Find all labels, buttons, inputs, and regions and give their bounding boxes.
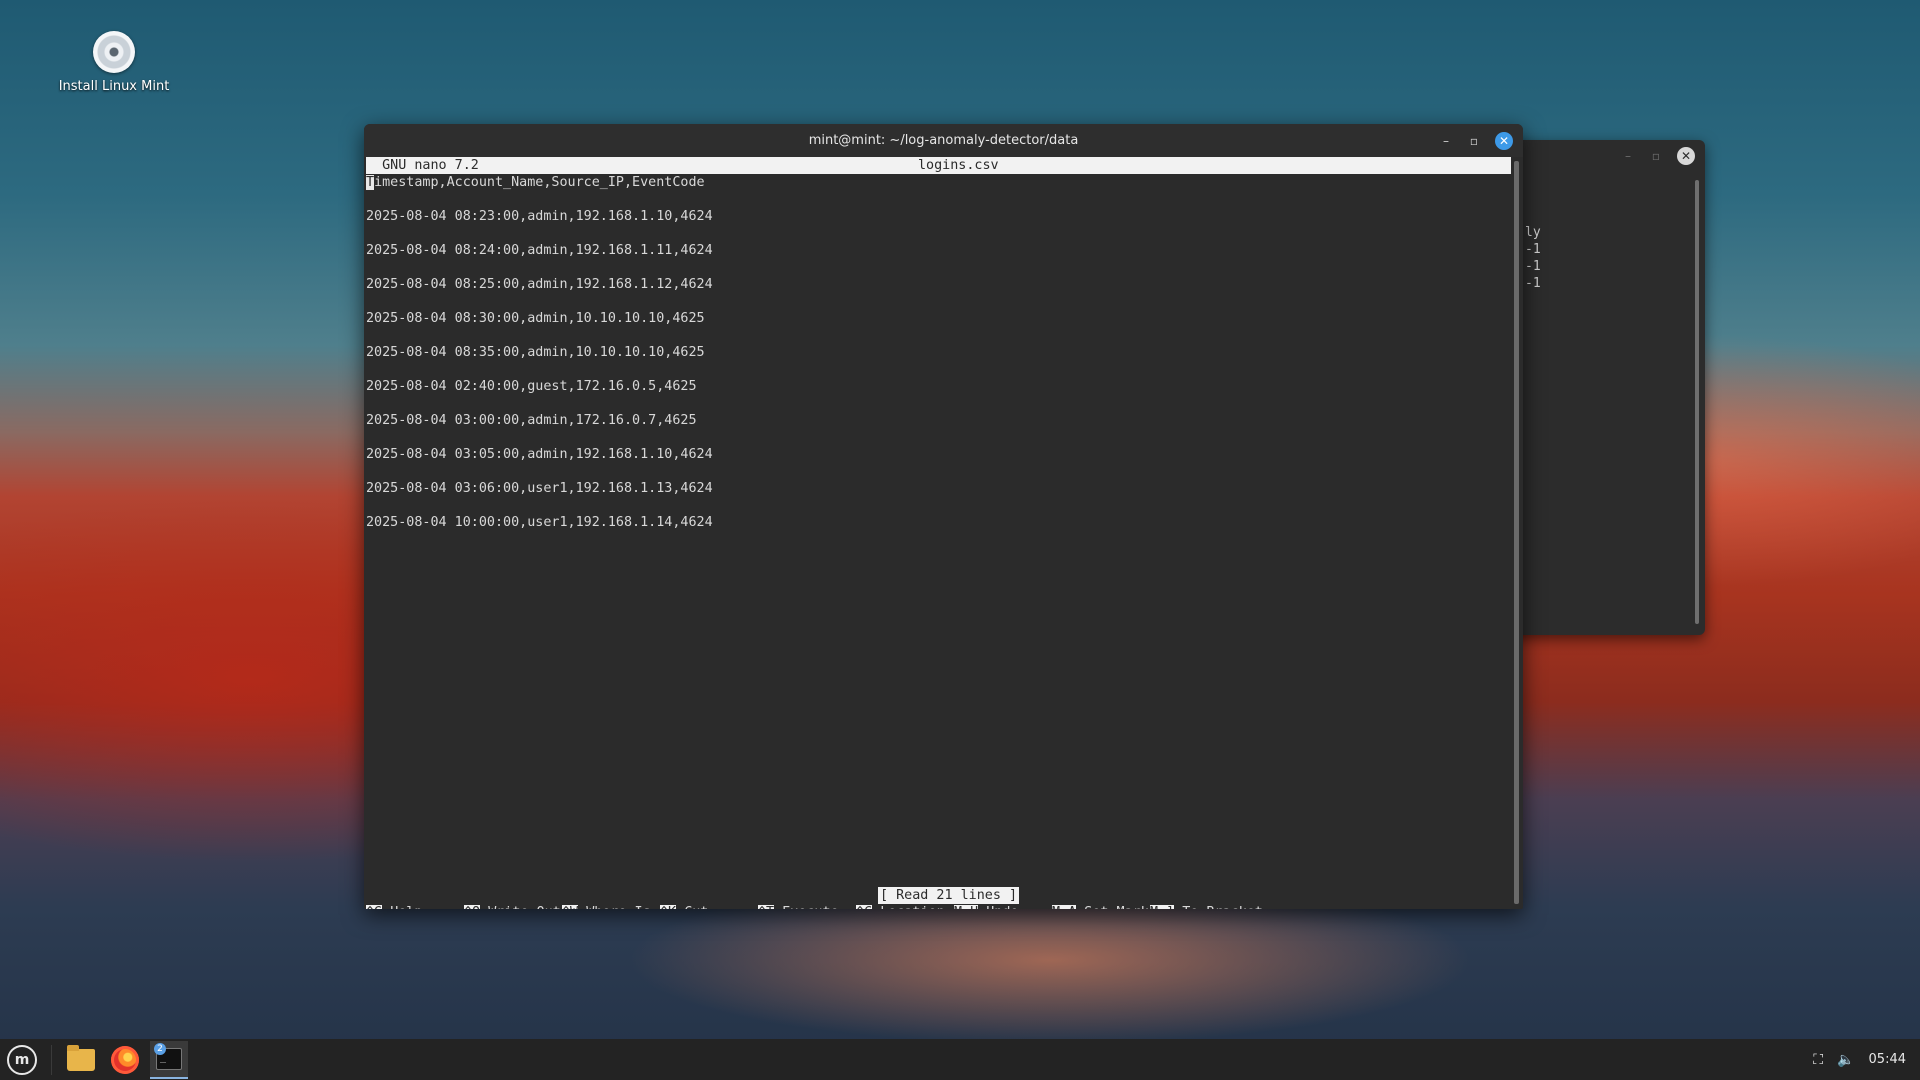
shortcut-label: Set Mark	[1084, 905, 1149, 909]
terminal-launcher[interactable]: _ 2	[150, 1040, 188, 1079]
firefox-launcher[interactable]	[106, 1041, 144, 1079]
background-terminal-window[interactable]: – ▫ ✕ ly -1 -1 -1	[1505, 140, 1705, 635]
file-line[interactable]: 2025-08-04 10:00:00,user1,192.168.1.14,4…	[366, 514, 713, 531]
file-line[interactable]: 2025-08-04 08:23:00,admin,192.168.1.10,4…	[366, 208, 713, 225]
shortcut-label: Where Is	[586, 905, 651, 909]
background-text-line: -1	[1525, 242, 1541, 257]
background-text-line: ly	[1525, 225, 1541, 240]
editor-buffer[interactable]: Timestamp,Account_Name,Source_IP,EventCo…	[366, 174, 713, 531]
blank-line[interactable]	[366, 293, 713, 310]
file-line[interactable]: 2025-08-04 08:24:00,admin,192.168.1.11,4…	[366, 242, 713, 259]
shortcut-label: To Bracket	[1182, 905, 1263, 909]
taskbar: m _ 2 ⛶ 🔈 05:44	[0, 1039, 1920, 1080]
mint-menu-icon[interactable]: m	[7, 1044, 37, 1075]
status-message: [ Read 21 lines ]	[878, 887, 1020, 904]
files-launcher[interactable]	[62, 1041, 100, 1079]
shortcut-item: M-A Set Mark	[1052, 904, 1149, 909]
shortcut-key: ^C	[856, 905, 873, 909]
shortcut-label: Help	[390, 905, 422, 909]
window-title: mint@mint: ~/log-anomaly-detector/data	[808, 133, 1079, 148]
blank-line[interactable]	[366, 395, 713, 412]
shortcut-item: M-] To Bracket	[1150, 904, 1263, 909]
maximize-icon[interactable]: ▫	[1649, 149, 1663, 163]
shortcut-item: ^W Where Is	[562, 904, 651, 909]
shortcut-key: ^K	[660, 905, 677, 909]
background-window-titlebar[interactable]: – ▫ ✕	[1505, 140, 1705, 172]
background-window-text: ly -1 -1 -1	[1525, 224, 1541, 292]
file-line[interactable]: 2025-08-04 02:40:00,guest,172.16.0.5,462…	[366, 378, 713, 395]
shortcut-label: Cut	[684, 905, 708, 909]
background-text-line: -1	[1525, 259, 1541, 274]
taskbar-separator	[51, 1044, 52, 1075]
close-icon[interactable]: ✕	[1677, 147, 1695, 165]
blank-line[interactable]	[366, 361, 713, 378]
shortcut-key: M-A	[1052, 905, 1077, 909]
terminal-window[interactable]: mint@mint: ~/log-anomaly-detector/data –…	[364, 124, 1523, 909]
blank-line[interactable]	[366, 429, 713, 446]
shortcut-label: Write Out	[488, 905, 561, 909]
blank-line[interactable]	[366, 191, 713, 208]
shortcut-item: ^K Cut	[660, 904, 708, 909]
scrollbar[interactable]	[1695, 180, 1699, 624]
header-line-text: imestamp,Account_Name,Source_IP,EventCod…	[374, 175, 705, 190]
background-text-line: -1	[1525, 276, 1541, 291]
blank-line[interactable]	[366, 497, 713, 514]
shortcut-item: M-U Undo	[954, 904, 1019, 909]
shortcut-item: ^O Write Out	[464, 904, 561, 909]
shortcut-item: ^T Execute	[758, 904, 839, 909]
shortcut-bar: ^G Help ^O Write Out^W Where Is ^K Cut ^T E…	[366, 904, 1506, 909]
shortcut-label: Execute	[782, 905, 838, 909]
volume-icon[interactable]: 🔈	[1837, 1052, 1854, 1068]
blank-line[interactable]	[366, 225, 713, 242]
desktop-icon-install-linux-mint[interactable]: Install Linux Mint	[58, 28, 170, 94]
shortcut-item: ^G Help	[366, 904, 422, 909]
shortcut-key: ^O	[464, 905, 481, 909]
shortcut-key: M-]	[1150, 905, 1175, 909]
file-line[interactable]: 2025-08-04 03:00:00,admin,172.16.0.7,462…	[366, 412, 713, 429]
terminal-content[interactable]: GNU nano 7.2 logins.csv Timestamp,Accoun…	[366, 157, 1511, 909]
blank-line[interactable]	[366, 327, 713, 344]
shortcut-label: Undo	[986, 905, 1018, 909]
nano-header-bar: GNU nano 7.2 logins.csv	[366, 157, 1511, 174]
shortcut-key: M-U	[954, 905, 979, 909]
nano-filename: logins.csv	[918, 158, 999, 173]
scrollbar[interactable]	[1514, 161, 1519, 904]
blank-line[interactable]	[366, 463, 713, 480]
disc-icon	[93, 31, 135, 73]
shortcut-key: ^T	[758, 905, 775, 909]
file-line[interactable]: Timestamp,Account_Name,Source_IP,EventCo…	[366, 174, 713, 191]
network-icon[interactable]: ⛶	[1813, 1052, 1823, 1068]
file-line[interactable]: 2025-08-04 08:35:00,admin,10.10.10.10,46…	[366, 344, 713, 361]
file-line[interactable]: 2025-08-04 08:25:00,admin,192.168.1.12,4…	[366, 276, 713, 293]
file-line[interactable]: 2025-08-04 08:30:00,admin,10.10.10.10,46…	[366, 310, 713, 327]
maximize-icon[interactable]: ▫	[1467, 132, 1481, 150]
shortcut-key: ^W	[562, 905, 579, 909]
shortcut-label: Location	[880, 905, 945, 909]
firefox-icon	[111, 1045, 139, 1074]
close-icon[interactable]: ✕	[1495, 132, 1513, 150]
file-line[interactable]: 2025-08-04 03:06:00,user1,192.168.1.13,4…	[366, 480, 713, 497]
desktop-icon-label: Install Linux Mint	[58, 79, 170, 94]
shortcut-item: ^C Location	[856, 904, 945, 909]
shortcut-row: ^G Help ^O Write Out^W Where Is ^K Cut ^T E…	[366, 904, 1506, 909]
system-tray: ⛶ 🔈 05:44	[1813, 1039, 1906, 1080]
blank-line[interactable]	[366, 259, 713, 276]
files-icon	[67, 1044, 95, 1071]
window-count-badge: 2	[154, 1042, 166, 1055]
text-cursor: T	[366, 175, 375, 190]
clock[interactable]: 05:44	[1869, 1052, 1906, 1067]
minimize-icon[interactable]: –	[1621, 149, 1635, 163]
nano-version: GNU nano 7.2	[366, 158, 479, 173]
shortcut-key: ^G	[366, 905, 383, 909]
minimize-icon[interactable]: –	[1439, 132, 1453, 150]
window-titlebar[interactable]: mint@mint: ~/log-anomaly-detector/data –…	[364, 124, 1523, 157]
file-line[interactable]: 2025-08-04 03:05:00,admin,192.168.1.10,4…	[366, 446, 713, 463]
